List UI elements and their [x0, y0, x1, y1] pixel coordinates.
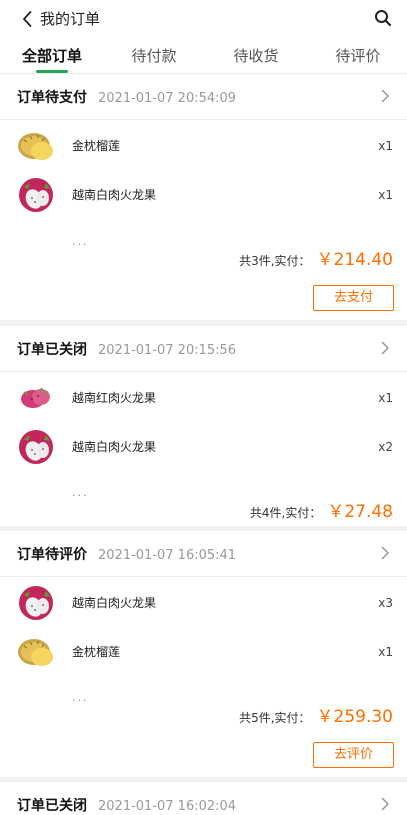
- search-icon[interactable]: [373, 8, 393, 28]
- item-quantity: x2: [378, 440, 393, 454]
- order-header[interactable]: 订单已关闭 2021-01-07 20:15:56: [0, 326, 407, 372]
- dragon-fruit-icon: [19, 430, 53, 464]
- durian-icon: [18, 639, 53, 666]
- active-tab-indicator: [36, 70, 68, 73]
- chevron-right-icon[interactable]: [379, 546, 391, 560]
- order-header[interactable]: 订单待评价 2021-01-07 16:05:41: [0, 531, 407, 577]
- item-name: 金枕榴莲: [72, 139, 121, 153]
- total-label: 共4件,实付：: [249, 506, 322, 520]
- order-status: 订单待支付: [17, 90, 87, 106]
- red-dragon-fruit-icon: [21, 387, 50, 408]
- order-card[interactable]: 订单已关闭 2021-01-07 20:15:56 越南红肉火龙果 x1 越南白…: [0, 326, 407, 526]
- order-item[interactable]: 越南白肉火龙果 x2: [0, 427, 407, 467]
- order-tabs: 全部订单 待付款 待收货 待评价: [0, 38, 407, 74]
- order-time: 2021-01-07 16:05:41: [98, 548, 237, 563]
- back-arrow-icon[interactable]: [18, 9, 38, 29]
- item-quantity: x3: [378, 596, 393, 610]
- more-items-ellipsis: ...: [72, 486, 89, 499]
- item-name: 越南白肉火龙果: [72, 440, 157, 454]
- tab-pending-payment[interactable]: 待付款: [104, 46, 204, 66]
- order-time: 2021-01-07 20:54:09: [98, 91, 237, 106]
- order-item[interactable]: 越南白肉火龙果 x3: [0, 583, 407, 623]
- order-time: 2021-01-07 16:02:04: [98, 799, 237, 814]
- review-button[interactable]: 去评价: [313, 742, 394, 768]
- top-bar: 我的订单: [0, 0, 407, 38]
- tab-pending-review[interactable]: 待评价: [308, 46, 407, 66]
- total-price: ￥214.40: [316, 250, 393, 270]
- item-quantity: x1: [378, 139, 393, 153]
- order-card[interactable]: 订单待支付 2021-01-07 20:54:09 金枕榴莲 x1 越南白肉火龙…: [0, 74, 407, 320]
- item-quantity: x1: [378, 645, 393, 659]
- item-name: 金枕榴莲: [72, 645, 121, 659]
- tab-all-orders[interactable]: 全部订单: [2, 46, 102, 66]
- tab-pending-receipt[interactable]: 待收货: [206, 46, 306, 66]
- total-label: 共3件,实付：: [239, 254, 311, 268]
- item-name: 越南红肉火龙果: [72, 391, 157, 405]
- dragon-fruit-icon: [19, 178, 53, 212]
- total-price: ￥259.30: [316, 707, 393, 727]
- durian-icon: [18, 133, 53, 160]
- order-total: 共5件,实付： ￥259.30: [239, 702, 393, 728]
- order-item[interactable]: 金枕榴莲 x1: [0, 126, 407, 166]
- order-total: 共3件,实付： ￥214.40: [239, 245, 393, 271]
- more-items-ellipsis: ...: [72, 691, 89, 704]
- order-header[interactable]: 订单已关闭 2021-01-07 16:02:04: [0, 782, 407, 815]
- item-quantity: x1: [378, 391, 393, 405]
- order-item[interactable]: 金枕榴莲 x1: [0, 632, 407, 672]
- order-item[interactable]: 越南白肉火龙果 x1: [0, 175, 407, 215]
- order-total: 共4件,实付： ￥27.48: [250, 497, 393, 523]
- total-price: ￥27.48: [327, 502, 393, 522]
- order-card[interactable]: 订单已关闭 2021-01-07 16:02:04: [0, 782, 407, 815]
- order-time: 2021-01-07 20:15:56: [98, 343, 237, 358]
- order-status: 订单待评价: [17, 547, 87, 563]
- total-label: 共5件,实付：: [239, 711, 311, 725]
- item-quantity: x1: [378, 188, 393, 202]
- more-items-ellipsis: ...: [72, 235, 89, 248]
- chevron-right-icon[interactable]: [379, 341, 391, 355]
- item-name: 越南白肉火龙果: [72, 596, 157, 610]
- order-header[interactable]: 订单待支付 2021-01-07 20:54:09: [0, 74, 407, 120]
- pay-button[interactable]: 去支付: [313, 285, 394, 311]
- item-name: 越南白肉火龙果: [72, 188, 157, 202]
- order-status: 订单已关闭: [17, 342, 87, 358]
- order-status: 订单已关闭: [17, 798, 87, 814]
- chevron-right-icon[interactable]: [379, 797, 391, 811]
- page-title: 我的订单: [40, 10, 101, 28]
- order-card[interactable]: 订单待评价 2021-01-07 16:05:41 越南白肉火龙果 x3 金枕榴…: [0, 531, 407, 777]
- dragon-fruit-icon: [19, 586, 53, 620]
- order-item[interactable]: 越南红肉火龙果 x1: [0, 378, 407, 418]
- chevron-right-icon[interactable]: [379, 89, 391, 103]
